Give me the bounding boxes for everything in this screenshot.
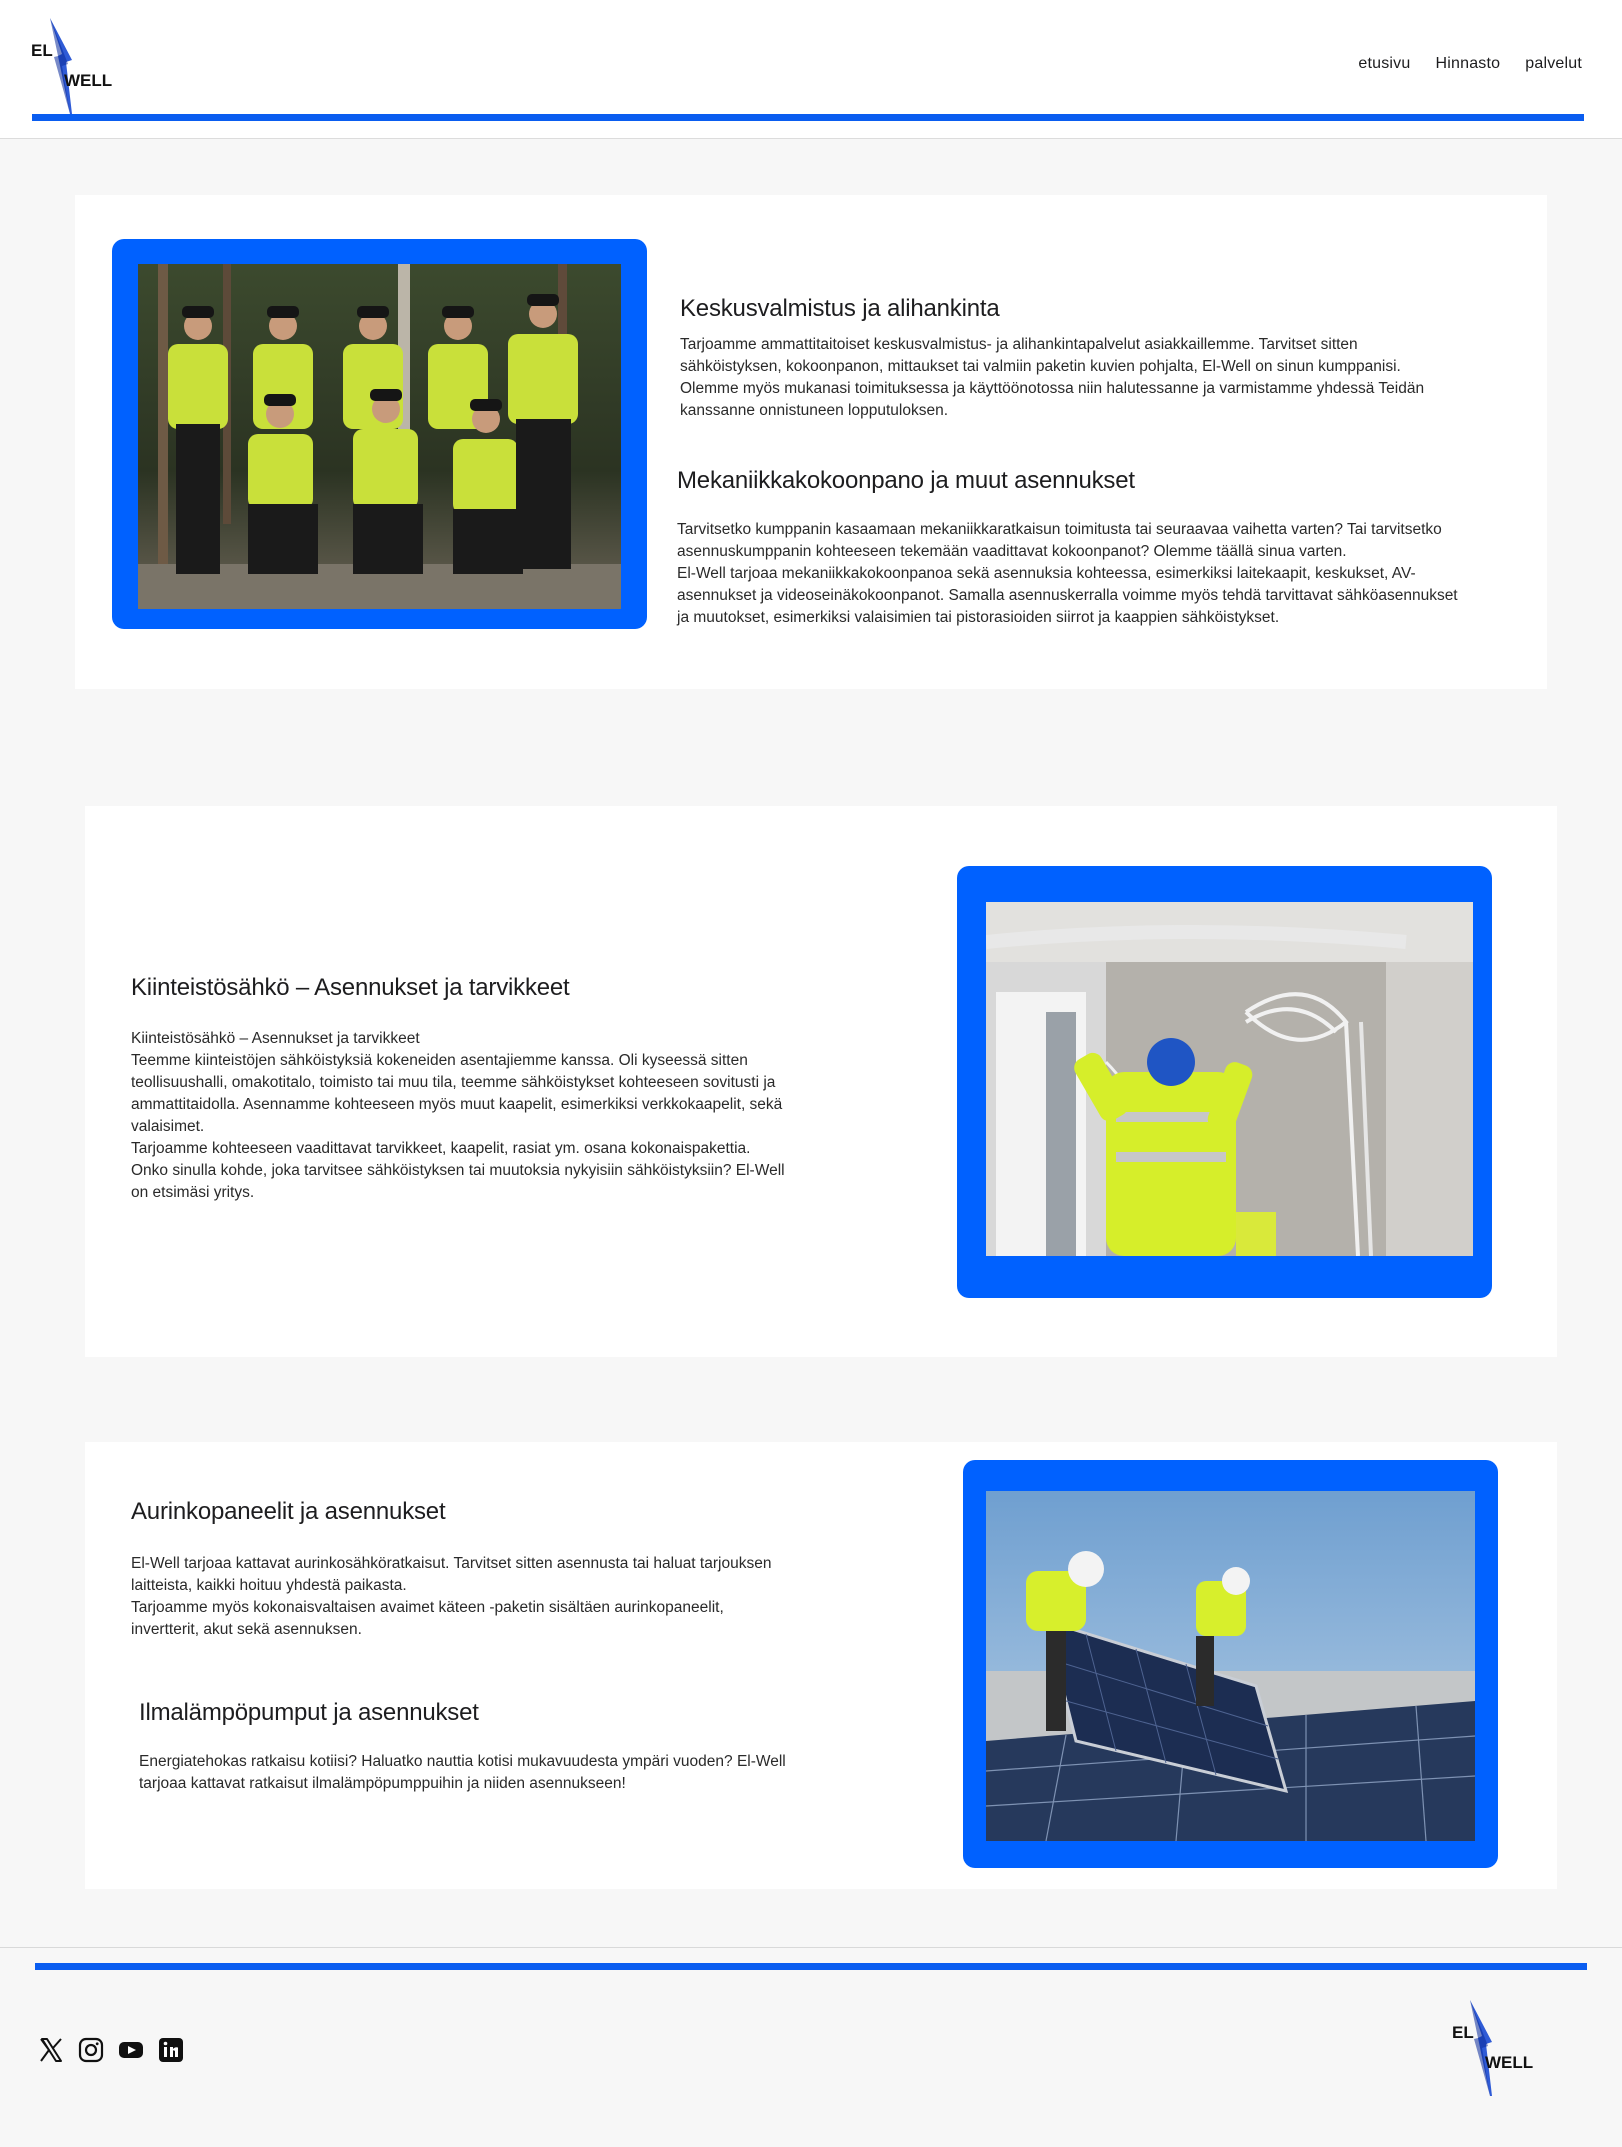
section-title: Ilmalämpöpumput ja asennukset bbox=[139, 1699, 479, 1726]
text-line: Tarjoamme myös kokonaisvaltaisen avaimet… bbox=[131, 1599, 724, 1616]
logo[interactable]: EL WELL bbox=[28, 16, 118, 116]
electrician-photo bbox=[986, 902, 1473, 1256]
text-line: ja muutokset, esimerkiksi valaisimien ta… bbox=[677, 609, 1280, 626]
lightning-bolt-icon bbox=[50, 18, 72, 114]
text-line: Energiatehokas ratkaisu kotiisi? Haluatk… bbox=[139, 1753, 786, 1770]
service-card-kiinteisto: Kiinteistösähkö – Asennukset ja tarvikke… bbox=[85, 806, 1557, 1357]
section-title: Kiinteistösähkö – Asennukset ja tarvikke… bbox=[131, 974, 570, 1001]
youtube-icon[interactable] bbox=[118, 2037, 144, 2063]
section-text: El-Well tarjoaa kattavat aurinkosähkörat… bbox=[131, 1553, 861, 1641]
logo-well-text: WELL bbox=[64, 71, 113, 90]
text-line: Tarjoamme ammattitaitoiset keskusvalmist… bbox=[680, 336, 1358, 353]
text-line: Olemme myös mukanasi toimituksessa ja kä… bbox=[680, 380, 1425, 397]
footer-divider bbox=[0, 1947, 1622, 1948]
image-frame bbox=[112, 239, 647, 629]
nav-hinnasto[interactable]: Hinnasto bbox=[1436, 55, 1501, 73]
instagram-icon[interactable] bbox=[78, 2037, 104, 2063]
text-line: on etsimäsi yritys. bbox=[131, 1184, 255, 1201]
text-line: asennukset ja videoseinäkokoonpanot. Sam… bbox=[677, 587, 1458, 604]
text-line: sähköistyksen, kokoonpanon, mittaukset t… bbox=[680, 358, 1401, 375]
text-line: valaisimet. bbox=[131, 1118, 205, 1135]
service-card-aurinko: Aurinkopaneelit ja asennukset El-Well ta… bbox=[85, 1442, 1557, 1889]
nav-palvelut[interactable]: palvelut bbox=[1525, 55, 1582, 73]
header-accent-bar bbox=[32, 114, 1584, 121]
logo-el-text: EL bbox=[1452, 2023, 1474, 2042]
text-line: Kiinteistösähkö – Asennukset ja tarvikke… bbox=[131, 1030, 420, 1047]
text-line: tarjoaa kattavat ratkaisut ilmalämpöpump… bbox=[139, 1775, 626, 1792]
linkedin-icon[interactable] bbox=[158, 2037, 184, 2063]
image-frame bbox=[963, 1460, 1498, 1868]
team-photo bbox=[138, 264, 621, 609]
nav-etusivu[interactable]: etusivu bbox=[1358, 55, 1410, 73]
text-line: Tarjoamme kohteeseen vaadittavat tarvikk… bbox=[131, 1140, 751, 1157]
image-frame bbox=[957, 866, 1492, 1298]
x-icon[interactable] bbox=[38, 2037, 64, 2063]
text-line: El-Well tarjoaa mekaniikkakokoonpanoa se… bbox=[677, 565, 1416, 582]
main-nav: etusivu Hinnasto palvelut bbox=[1358, 55, 1582, 73]
text-line: invertterit, akut sekä asennuksen. bbox=[131, 1621, 362, 1638]
social-links bbox=[38, 2037, 184, 2063]
text-line: teollisuushalli, omakotitalo, toimisto t… bbox=[131, 1074, 776, 1091]
text-line: Teemme kiinteistöjen sähköistyksiä koken… bbox=[131, 1052, 748, 1069]
text-line: ammattitaidolla. Asennamme kohteeseen my… bbox=[131, 1096, 783, 1113]
solar-panel-photo bbox=[986, 1491, 1475, 1841]
lightning-bolt-icon bbox=[1470, 2000, 1492, 2096]
text-line: El-Well tarjoaa kattavat aurinkosähkörat… bbox=[131, 1555, 772, 1572]
site-header: EL WELL etusivu Hinnasto palvelut bbox=[0, 0, 1622, 139]
section-title: Mekaniikkakokoonpano ja muut asennukset bbox=[677, 467, 1135, 494]
text-line: asennuskumppanin kohteeseen tekemään vaa… bbox=[677, 543, 1347, 560]
section-text: Tarvitsetko kumppanin kasaamaan mekaniik… bbox=[677, 519, 1537, 629]
section-title: Keskusvalmistus ja alihankinta bbox=[680, 295, 1000, 322]
text-line: Tarvitsetko kumppanin kasaamaan mekaniik… bbox=[677, 521, 1442, 538]
service-card-keskus: Keskusvalmistus ja alihankinta Tarjoamme… bbox=[75, 195, 1547, 689]
text-line: Onko sinulla kohde, joka tarvitsee sähkö… bbox=[131, 1162, 785, 1179]
text-line: kanssanne onnistuneen lopputuloksen. bbox=[680, 402, 949, 419]
text-line: laitteista, kaikki hoituu yhdestä paikas… bbox=[131, 1577, 407, 1594]
logo-el-text: EL bbox=[31, 41, 53, 60]
section-text: Energiatehokas ratkaisu kotiisi? Haluatk… bbox=[139, 1751, 869, 1795]
footer-logo[interactable]: EL WELL bbox=[1448, 1998, 1538, 2098]
section-text: Tarjoamme ammattitaitoiset keskusvalmist… bbox=[680, 334, 1520, 422]
footer-accent-bar bbox=[35, 1963, 1587, 1970]
section-text: Kiinteistösähkö – Asennukset ja tarvikke… bbox=[131, 1028, 861, 1204]
section-title: Aurinkopaneelit ja asennukset bbox=[131, 1498, 446, 1525]
logo-well-text: WELL bbox=[1485, 2053, 1534, 2072]
